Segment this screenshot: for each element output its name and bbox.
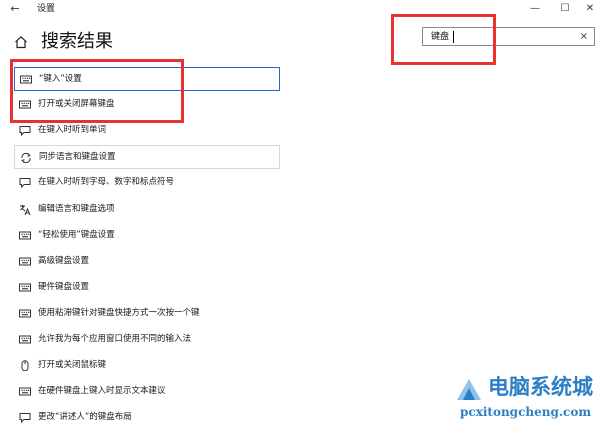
- back-button[interactable]: ←: [8, 2, 22, 16]
- highlight-annotation-search: [391, 14, 496, 65]
- page-title: 搜索结果: [41, 31, 113, 52]
- search-result-item[interactable]: 在硬件键盘上键入时显示文本建议: [14, 380, 280, 404]
- keyboard-icon: [19, 335, 31, 344]
- search-result-label: 硬件键盘设置: [38, 282, 90, 292]
- search-result-label: 允许我为每个应用窗口使用不同的输入法: [38, 334, 192, 344]
- search-result-label: 在键入时听到字母、数字和标点符号: [38, 177, 175, 187]
- keyboard-icon: [19, 387, 31, 396]
- search-result-label: 打开或关闭鼠标键: [38, 360, 107, 370]
- sync-icon: [21, 152, 31, 163]
- watermark-text: 电脑系统城: [488, 375, 593, 399]
- keyboard-icon: [19, 231, 31, 240]
- search-result-item[interactable]: 高级键盘设置: [14, 250, 280, 274]
- title-bar: ← 设置 — ☐ ✕: [0, 0, 600, 18]
- speech-icon: [19, 413, 31, 423]
- search-result-label: 高级键盘设置: [38, 256, 90, 266]
- search-result-label: 在键入时听到单词: [38, 125, 107, 135]
- window-title: 设置: [37, 4, 56, 14]
- speech-icon: [19, 126, 31, 136]
- search-result-item[interactable]: 使用粘滞键针对键盘快捷方式一次按一个键: [14, 302, 280, 326]
- watermark-url: pcxitongcheng.com: [460, 405, 592, 419]
- search-result-item[interactable]: 编辑语言和键盘选项: [14, 198, 280, 222]
- search-result-label: “轻松使用”键盘设置: [38, 230, 115, 240]
- speech-icon: [19, 178, 31, 188]
- search-result-item[interactable]: 更改“讲述人”的键盘布局: [14, 406, 280, 430]
- search-result-item[interactable]: “轻松使用”键盘设置: [14, 224, 280, 248]
- language-icon: [20, 205, 31, 215]
- search-result-item[interactable]: 打开或关闭鼠标键: [14, 354, 280, 378]
- mouse-icon: [21, 360, 29, 371]
- search-result-label: 在硬件键盘上键入时显示文本建议: [38, 386, 166, 396]
- search-result-item[interactable]: 同步语言和键盘设置: [14, 145, 280, 169]
- search-result-item[interactable]: 在键入时听到字母、数字和标点符号: [14, 171, 280, 195]
- keyboard-icon: [19, 309, 31, 318]
- watermark: 电脑系统城 pcxitongcheng.com: [452, 372, 598, 424]
- home-icon[interactable]: [14, 35, 28, 49]
- search-result-label: 使用粘滞键针对键盘快捷方式一次按一个键: [38, 308, 200, 318]
- search-result-item[interactable]: 允许我为每个应用窗口使用不同的输入法: [14, 328, 280, 352]
- close-window-button[interactable]: ✕: [575, 0, 600, 18]
- search-result-label: 编辑语言和键盘选项: [38, 204, 115, 214]
- search-result-item[interactable]: 硬件键盘设置: [14, 276, 280, 300]
- minimize-button[interactable]: —: [520, 0, 550, 18]
- search-result-label: 同步语言和键盘设置: [39, 152, 116, 162]
- watermark-logo-icon: [457, 379, 481, 400]
- highlight-annotation-results: [10, 59, 184, 123]
- search-result-label: 更改“讲述人”的键盘布局: [38, 412, 132, 422]
- keyboard-icon: [19, 257, 31, 266]
- keyboard-icon: [19, 283, 31, 292]
- clear-search-button[interactable]: ×: [580, 30, 588, 43]
